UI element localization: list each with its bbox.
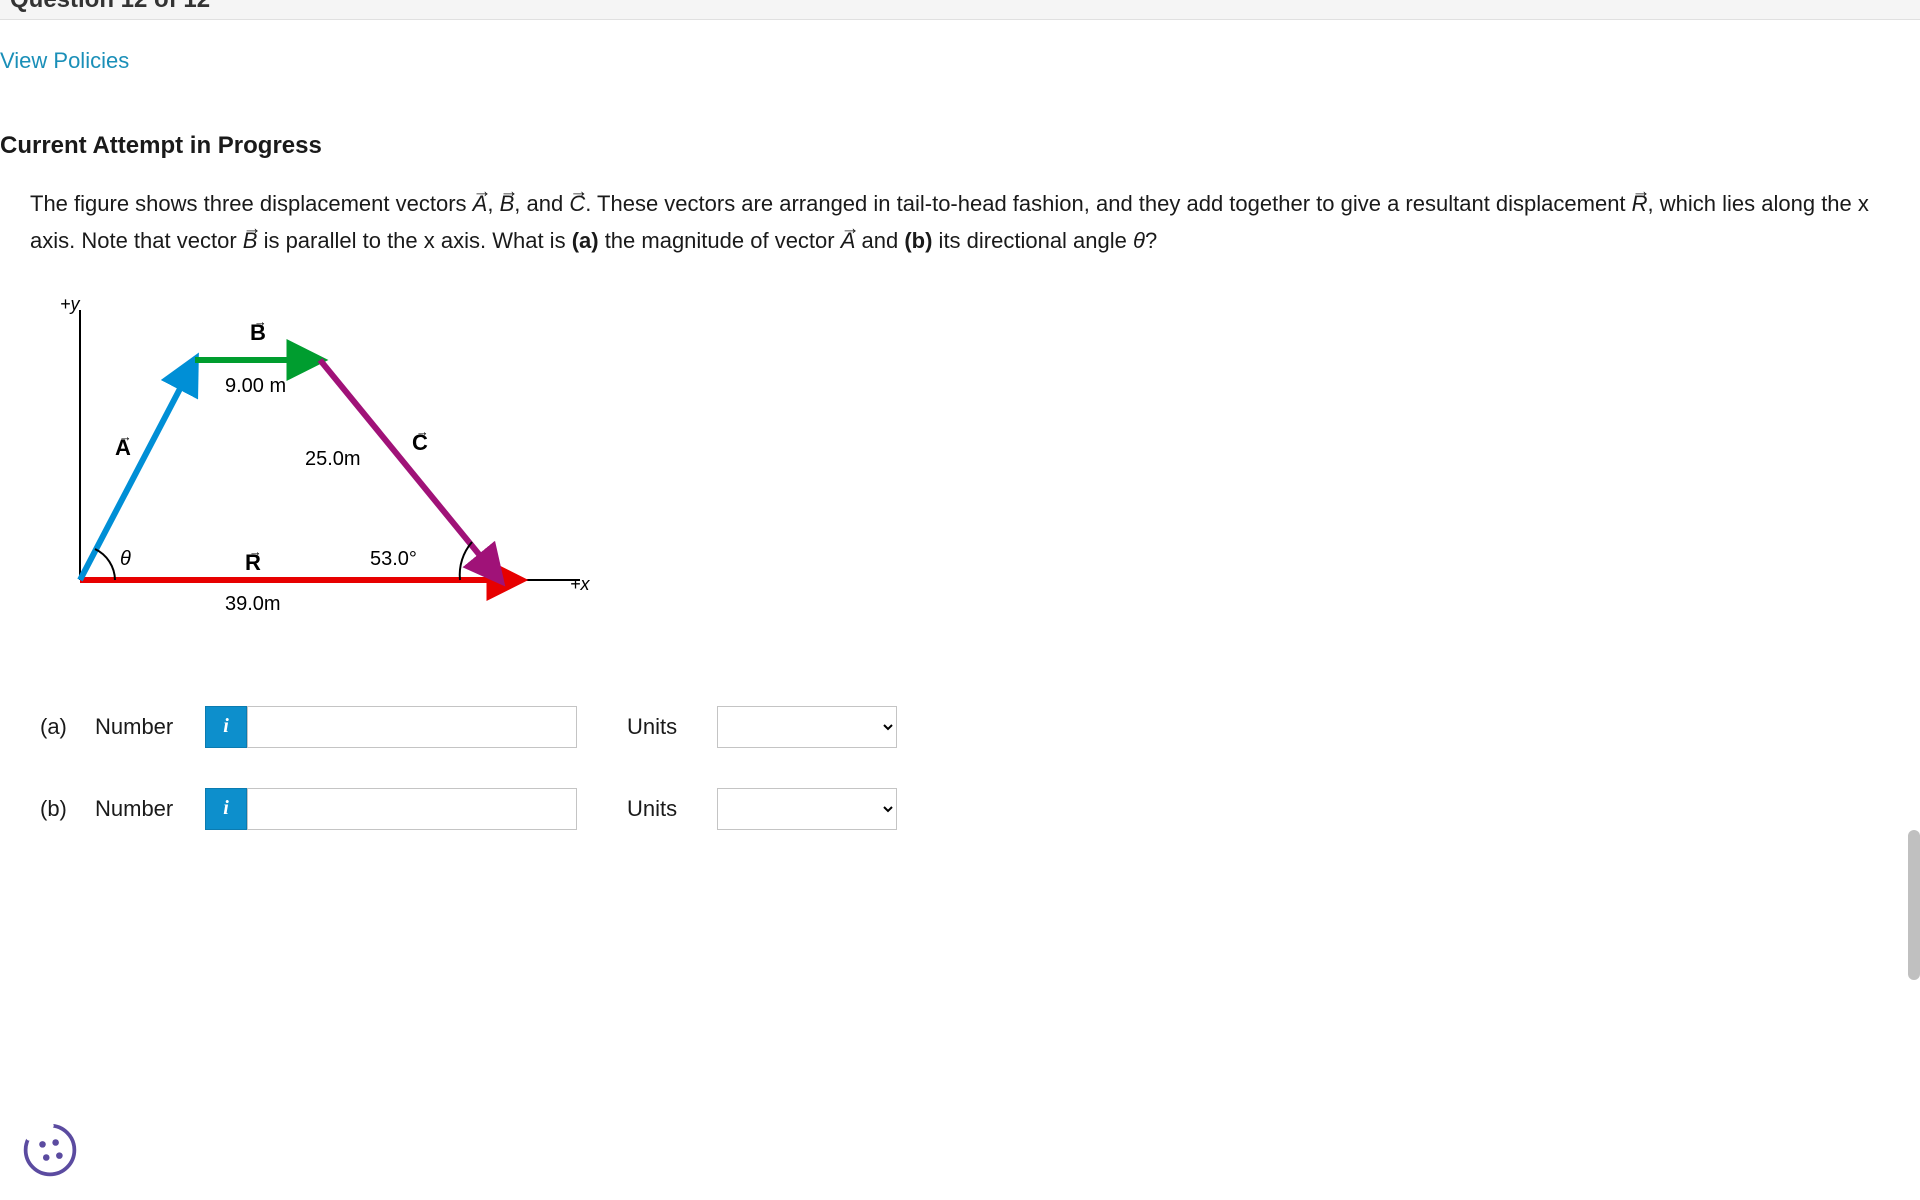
c-length: 25.0m: [305, 448, 361, 470]
problem-statement: The figure shows three displacement vect…: [0, 185, 1920, 290]
plus-y-label: +y: [60, 294, 81, 314]
vec-c-label: C→: [412, 424, 429, 455]
question-header: Question 12 of 12: [0, 0, 1920, 20]
vec-a-label: A→: [115, 429, 132, 460]
units-label-a: Units: [627, 714, 677, 740]
r-length: 39.0m: [225, 593, 281, 615]
units-label-b: Units: [627, 796, 677, 822]
view-policies-link[interactable]: View Policies: [0, 20, 1920, 102]
cookie-icon[interactable]: [20, 1120, 80, 1180]
answer-b-number-input[interactable]: [247, 788, 577, 830]
number-label-b: Number: [95, 796, 205, 822]
attempt-status: Current Attempt in Progress: [0, 102, 1920, 185]
b-length: 9.00 m: [225, 375, 286, 397]
vector-diagram: +y +x θ A→ B→ C→ R→ 9.00 m 25.0m 53.0° 3…: [40, 290, 610, 640]
number-label-a: Number: [95, 714, 205, 740]
answer-b-row: (b) Number i Units: [40, 788, 1920, 830]
scrollbar[interactable]: [1908, 830, 1920, 980]
plus-x-label: +x: [570, 574, 591, 594]
answer-a-units-select[interactable]: [717, 706, 897, 748]
vec-r-label: R→: [245, 544, 262, 575]
answer-a-row: (a) Number i Units: [40, 706, 1920, 748]
vec-b-label: B→: [250, 314, 267, 345]
answer-b-units-select[interactable]: [717, 788, 897, 830]
answer-a-number-input[interactable]: [247, 706, 577, 748]
info-icon[interactable]: i: [205, 706, 247, 748]
part-b-label: (b): [40, 796, 95, 822]
part-a-label: (a): [40, 714, 95, 740]
answer-inputs: (a) Number i Units (b) Number i Units: [0, 646, 1920, 830]
info-icon[interactable]: i: [205, 788, 247, 830]
question-title: Question 12 of 12: [10, 0, 210, 13]
theta-label: θ: [120, 548, 131, 570]
c-angle: 53.0°: [370, 548, 417, 570]
